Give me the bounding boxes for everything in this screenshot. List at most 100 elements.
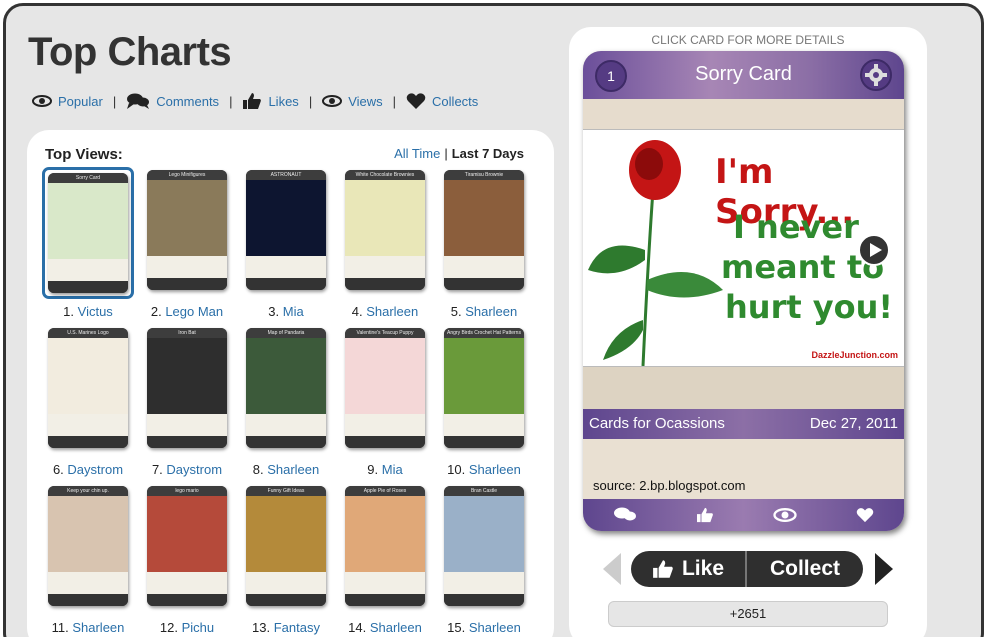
mini-card-footer bbox=[444, 594, 524, 606]
thumbnail-frame: ASTRONAUT bbox=[240, 167, 332, 299]
heart-icon[interactable] bbox=[856, 507, 874, 523]
card-thumbnail[interactable]: ASTRONAUT 3. Mia bbox=[240, 167, 332, 323]
mini-card-image bbox=[246, 338, 326, 414]
mini-card[interactable]: lego mario bbox=[147, 486, 227, 606]
card-thumbnail[interactable]: Tiramisu Brownie 5. Sharleen bbox=[438, 167, 530, 323]
mini-card[interactable]: U.S. Marines Logo bbox=[48, 328, 128, 448]
rank-number: 10. bbox=[447, 462, 466, 477]
mini-card[interactable]: Valentine's Teacup Puppy bbox=[345, 328, 425, 448]
mini-card[interactable]: Sorry Card bbox=[48, 173, 128, 293]
card-thumbnail[interactable]: lego mario 12. Pichu bbox=[141, 483, 233, 637]
mini-card[interactable]: Funny Gift Ideas bbox=[246, 486, 326, 606]
author-link[interactable]: Sharleen bbox=[366, 304, 418, 319]
mini-card-footer bbox=[246, 436, 326, 448]
eye-icon bbox=[322, 95, 343, 107]
eye-icon[interactable] bbox=[773, 508, 797, 522]
author-link[interactable]: Sharleen bbox=[370, 620, 422, 635]
card-actions: Like Collect bbox=[631, 551, 863, 587]
mini-card[interactable]: Iron Bat bbox=[147, 328, 227, 448]
thumbnail-caption: 12. Pichu bbox=[141, 620, 233, 635]
thumbnail-frame: U.S. Marines Logo bbox=[42, 325, 134, 457]
time-filter: All Time | Last 7 Days bbox=[394, 146, 524, 161]
author-link[interactable]: Sharleen bbox=[469, 462, 521, 477]
card-thumbnail[interactable]: White Chocolate Brownies 4. Sharleen bbox=[339, 167, 431, 323]
mini-card-info bbox=[48, 259, 128, 281]
author-link[interactable]: Daystrom bbox=[166, 462, 222, 477]
mini-card[interactable]: Tiramisu Brownie bbox=[444, 170, 524, 290]
author-link[interactable]: Sharleen bbox=[267, 462, 319, 477]
card-thumbnail[interactable]: Valentine's Teacup Puppy 9. Mia bbox=[339, 325, 431, 481]
like-button[interactable]: Like bbox=[631, 551, 747, 587]
author-link[interactable]: Victus bbox=[78, 304, 113, 319]
filter-all-time[interactable]: All Time bbox=[394, 146, 440, 161]
card-thumbnail[interactable]: Map of Pandaria 8. Sharleen bbox=[240, 325, 332, 481]
card-thumbnail[interactable]: Bran Castle 15. Sharleen bbox=[438, 483, 530, 637]
nav-collects[interactable]: Collects bbox=[406, 92, 478, 110]
mini-card-footer bbox=[48, 436, 128, 448]
mini-card[interactable]: Map of Pandaria bbox=[246, 328, 326, 448]
rank-number: 5. bbox=[450, 304, 462, 319]
card-thumbnail[interactable]: Apple Pie of Roses 14. Sharleen bbox=[339, 483, 431, 637]
author-link[interactable]: Lego Man bbox=[165, 304, 223, 319]
author-link[interactable]: Mia bbox=[283, 304, 304, 319]
mini-card[interactable]: Angry Birds Crochet Hat Patterns bbox=[444, 328, 524, 448]
thumbs-up-icon bbox=[653, 560, 673, 578]
author-link[interactable]: Sharleen bbox=[469, 620, 521, 635]
thumbnail-caption: 4. Sharleen bbox=[339, 304, 431, 319]
mini-card-title: lego mario bbox=[147, 486, 227, 496]
detail-card[interactable]: 1 Sorry Card I'm Sorry... I never meant … bbox=[583, 51, 904, 531]
mini-card-image bbox=[147, 180, 227, 256]
mini-card-footer bbox=[246, 278, 326, 290]
nav-comments[interactable]: Comments bbox=[126, 92, 219, 110]
author-link[interactable]: Daystrom bbox=[67, 462, 123, 477]
mini-card[interactable]: Lego Minifigures bbox=[147, 170, 227, 290]
previous-arrow-icon[interactable] bbox=[601, 551, 623, 587]
author-link[interactable]: Sharleen bbox=[72, 620, 124, 635]
card-thumbnail[interactable]: U.S. Marines Logo 6. Daystrom bbox=[42, 325, 134, 481]
play-icon[interactable] bbox=[858, 234, 890, 266]
like-count: +2651 bbox=[608, 601, 888, 627]
card-thumbnail[interactable]: Sorry Card 1. Victus bbox=[42, 167, 134, 323]
card-image[interactable]: I'm Sorry... I never meant to hurt you! … bbox=[583, 129, 904, 367]
mini-card-image bbox=[246, 180, 326, 256]
card-thumbnail[interactable]: Funny Gift Ideas 13. Fantasy bbox=[240, 483, 332, 637]
collect-button[interactable]: Collect bbox=[747, 551, 863, 587]
nav-popular[interactable]: Popular bbox=[32, 94, 103, 109]
mini-card-title: Map of Pandaria bbox=[246, 328, 326, 338]
card-thumbnail[interactable]: Keep your chin up. 11. Sharleen bbox=[42, 483, 134, 637]
thumbnail-frame: lego mario bbox=[141, 483, 233, 615]
gear-icon[interactable] bbox=[860, 59, 892, 91]
author-link[interactable]: Pichu bbox=[182, 620, 215, 635]
mini-card[interactable]: Apple Pie of Roses bbox=[345, 486, 425, 606]
comments-icon[interactable] bbox=[613, 506, 637, 524]
mini-card[interactable]: Keep your chin up. bbox=[48, 486, 128, 606]
rank-number: 14. bbox=[348, 620, 367, 635]
thumbnail-caption: 8. Sharleen bbox=[240, 462, 332, 477]
mini-card-info bbox=[147, 256, 227, 278]
author-link[interactable]: Mia bbox=[382, 462, 403, 477]
page-title: Top Charts bbox=[28, 30, 232, 74]
card-header: 1 Sorry Card bbox=[583, 51, 904, 99]
mini-card[interactable]: Bran Castle bbox=[444, 486, 524, 606]
thumbnail-frame: Iron Bat bbox=[141, 325, 233, 457]
mini-card[interactable]: White Chocolate Brownies bbox=[345, 170, 425, 290]
card-thumbnail[interactable]: Angry Birds Crochet Hat Patterns 10. Shar… bbox=[438, 325, 530, 481]
card-thumbnail[interactable]: Iron Bat 7. Daystrom bbox=[141, 325, 233, 481]
card-thumbnail[interactable]: Lego Minifigures 2. Lego Man bbox=[141, 167, 233, 323]
rank-number: 3. bbox=[268, 304, 280, 319]
author-link[interactable]: Fantasy bbox=[274, 620, 320, 635]
filter-last-7-days[interactable]: Last 7 Days bbox=[452, 146, 524, 161]
mini-card-footer bbox=[147, 436, 227, 448]
nav-likes[interactable]: Likes bbox=[242, 92, 299, 110]
mini-card-title: Valentine's Teacup Puppy bbox=[345, 328, 425, 338]
thumbs-up-icon[interactable] bbox=[696, 507, 714, 523]
mini-card[interactable]: ASTRONAUT bbox=[246, 170, 326, 290]
nav-views[interactable]: Views bbox=[322, 94, 383, 109]
author-link[interactable]: Sharleen bbox=[465, 304, 517, 319]
mini-card-title: Apple Pie of Roses bbox=[345, 486, 425, 496]
next-arrow-icon[interactable] bbox=[873, 551, 895, 587]
mini-card-info bbox=[246, 414, 326, 436]
rank-number: 1. bbox=[63, 304, 75, 319]
image-text-line4: hurt you! bbox=[725, 288, 893, 326]
thumbnail-caption: 9. Mia bbox=[339, 462, 431, 477]
